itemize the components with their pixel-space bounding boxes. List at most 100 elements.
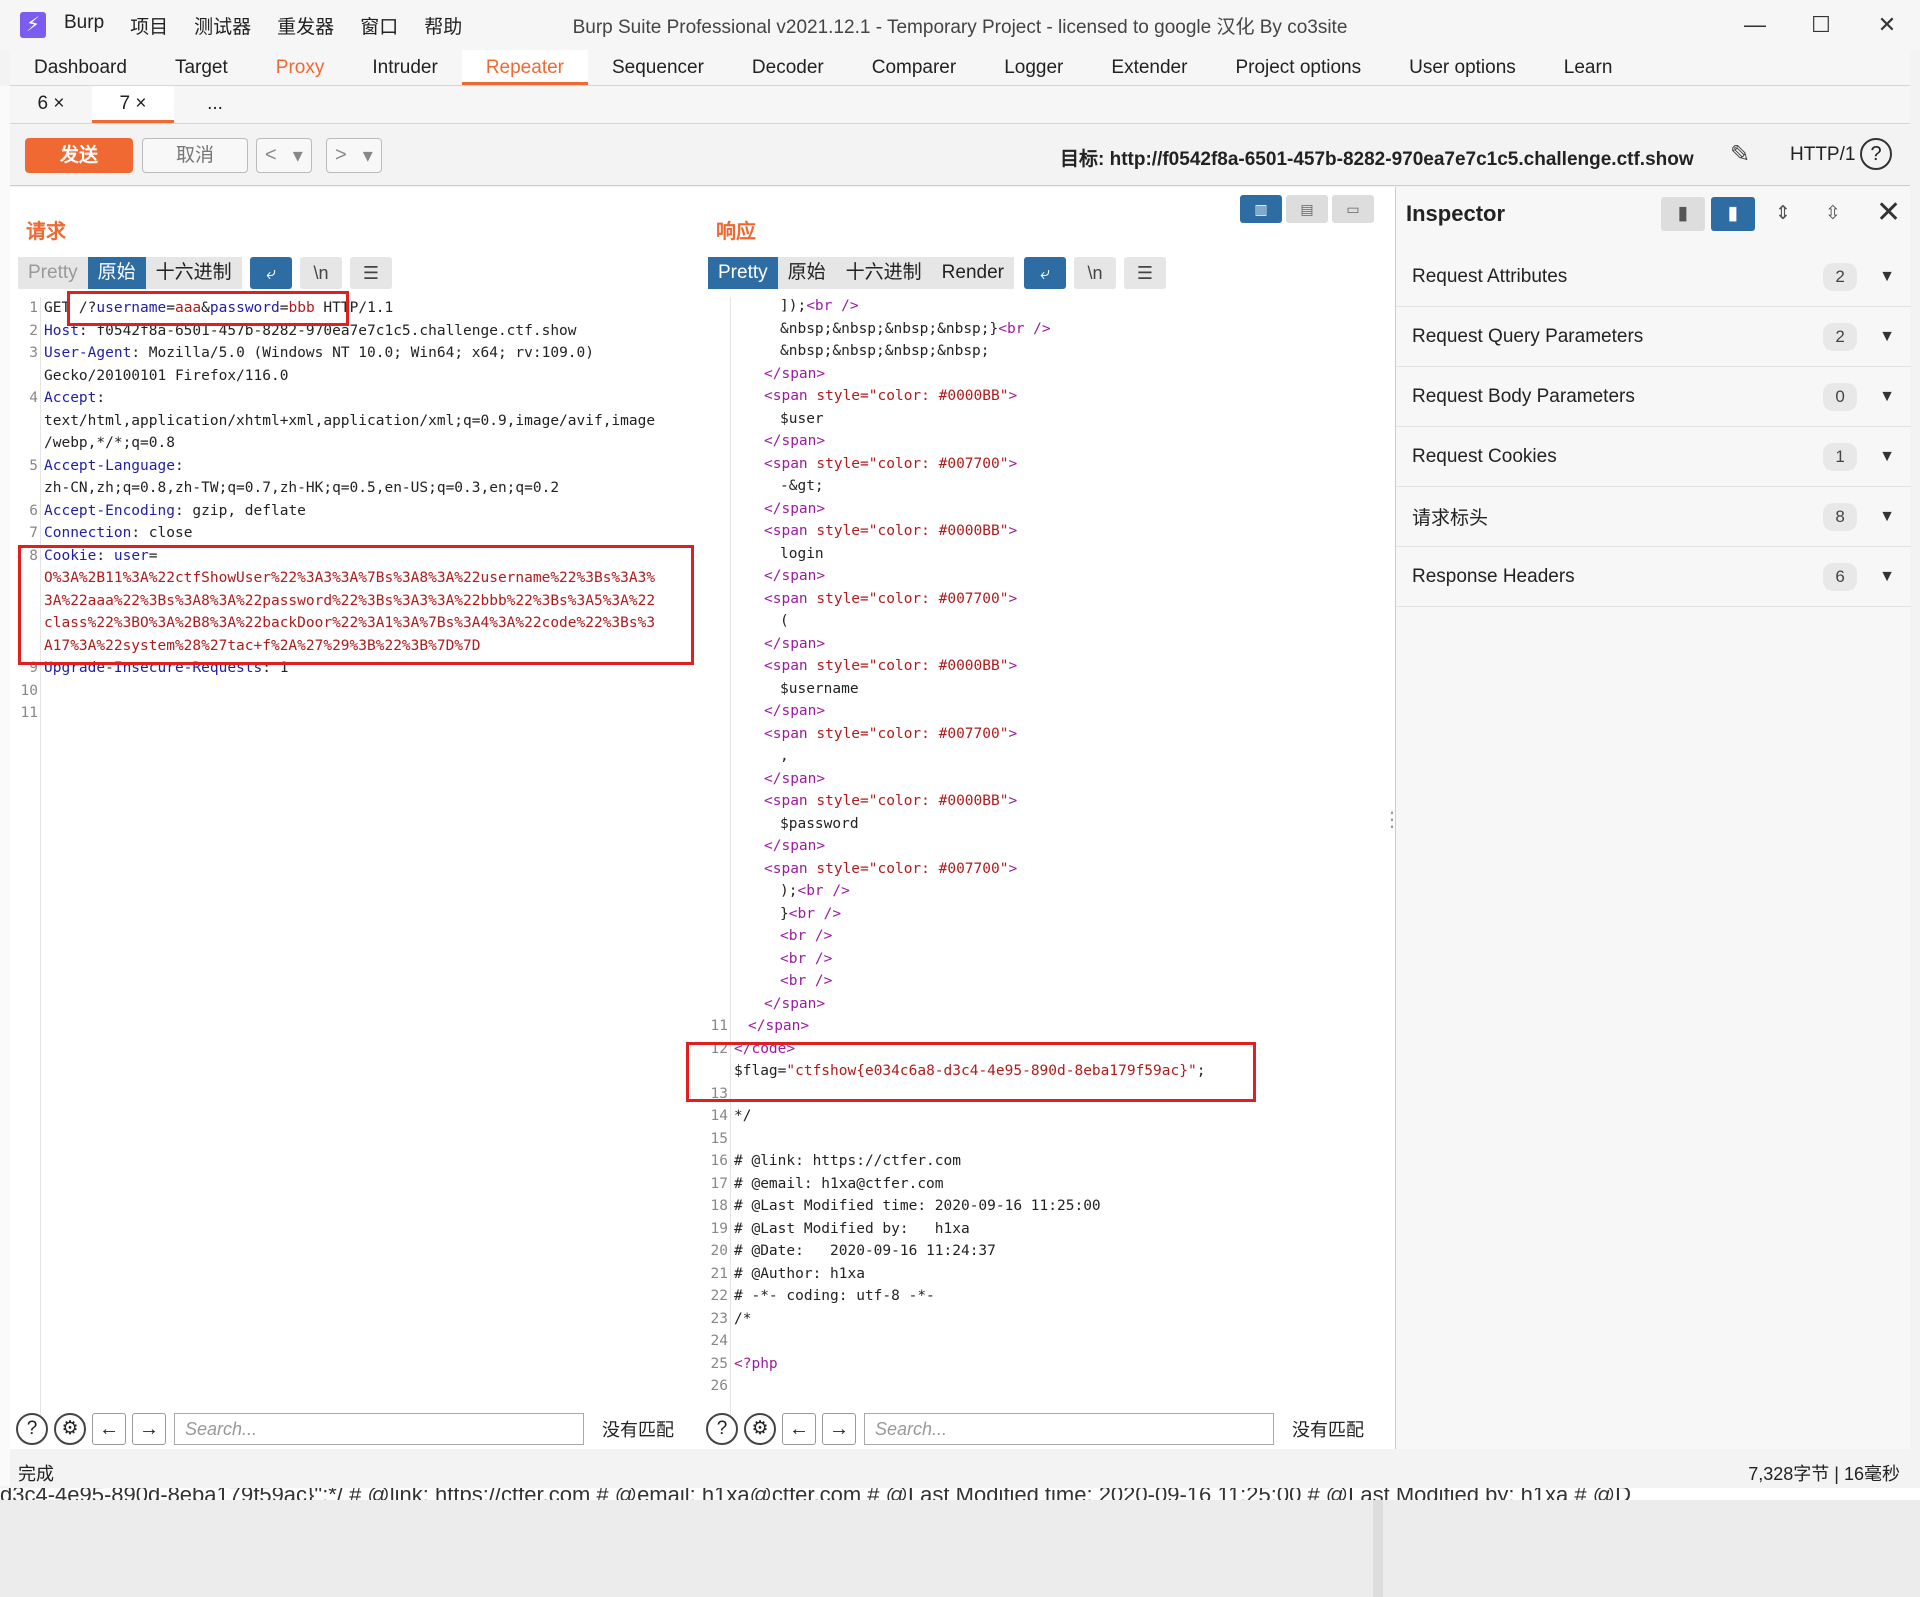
tab-repeater[interactable]: Repeater bbox=[461, 50, 588, 85]
close-icon[interactable]: ✕ bbox=[1854, 0, 1920, 50]
title-bar: ⚡ Burp 项目 测试器 重发器 窗口 帮助 Burp Suite Profe… bbox=[0, 0, 1920, 50]
flag-highlight-box bbox=[686, 1042, 1256, 1102]
subtab-more[interactable]: ... bbox=[174, 86, 256, 123]
burp-logo-icon: ⚡ bbox=[20, 12, 46, 38]
menu-project[interactable]: 项目 bbox=[130, 12, 168, 39]
inspector-row-count: 8 bbox=[1823, 502, 1858, 531]
response-pane: ▥ ▤ ▭ 响应 Pretty 原始 十六进制 Render ⤶ \n ☰ ])… bbox=[686, 187, 1402, 1597]
inspector-row-count: 1 bbox=[1823, 442, 1858, 471]
request-view-pretty[interactable]: Pretty bbox=[18, 257, 88, 289]
layout-tabs-icon[interactable]: ▭ bbox=[1332, 195, 1374, 223]
search-settings-gear-icon[interactable]: ⚙ bbox=[744, 1413, 776, 1445]
tab-extender[interactable]: Extender bbox=[1087, 50, 1211, 85]
line-gutter bbox=[40, 297, 41, 1417]
line-gutter bbox=[730, 297, 731, 1417]
request-view-hex[interactable]: 十六进制 bbox=[145, 257, 242, 289]
menu-burp[interactable]: Burp bbox=[64, 12, 104, 39]
chevron-left-icon: < bbox=[265, 144, 277, 166]
response-view-render[interactable]: Render bbox=[931, 257, 1014, 289]
tab-project-options[interactable]: Project options bbox=[1211, 50, 1385, 85]
search-help-icon[interactable]: ? bbox=[706, 1413, 738, 1445]
menu-icon[interactable]: ☰ bbox=[350, 257, 392, 289]
response-search-bar: ? ⚙ ← → Search... 没有匹配 bbox=[700, 1409, 1395, 1449]
http-version[interactable]: HTTP/1 bbox=[1790, 144, 1855, 166]
search-prev-arrow-icon[interactable]: ← bbox=[782, 1413, 816, 1445]
maximize-icon[interactable]: ☐ bbox=[1788, 0, 1854, 50]
tab-sequencer[interactable]: Sequencer bbox=[588, 50, 728, 85]
menu-icon[interactable]: ☰ bbox=[1124, 257, 1166, 289]
inspector-row-request-headers[interactable]: 请求标头 8 ▼ bbox=[1396, 487, 1911, 547]
tab-intruder[interactable]: Intruder bbox=[348, 50, 461, 85]
inspector-layout-left-icon[interactable]: ▮ bbox=[1661, 197, 1705, 231]
repeater-toolbar: 发送 取消 < ▾ > ▾ 目标: http://f0542f8a-6501-457… bbox=[10, 124, 1910, 186]
query-highlight-box bbox=[67, 291, 349, 326]
chevron-down-icon: ▼ bbox=[1879, 507, 1895, 525]
inspector-row-count: 6 bbox=[1823, 562, 1858, 591]
inspector-pane: Inspector ▮ ▮ ⇕ ⇳ ✕ Request Attributes 2… bbox=[1395, 187, 1911, 1449]
subtab-6[interactable]: 6 × bbox=[10, 86, 92, 123]
edit-target-icon[interactable]: ✎ bbox=[1730, 140, 1750, 169]
newline-button[interactable]: \n bbox=[1074, 257, 1116, 289]
collapse-all-icon[interactable]: ⇳ bbox=[1811, 197, 1855, 231]
help-icon[interactable]: ? bbox=[1860, 138, 1892, 170]
request-match-status: 没有匹配 bbox=[602, 1420, 674, 1440]
search-help-icon[interactable]: ? bbox=[16, 1413, 48, 1445]
inspector-row-query-params[interactable]: Request Query Parameters 2 ▼ bbox=[1396, 307, 1911, 367]
layout-split-vertical-icon[interactable]: ▤ bbox=[1286, 195, 1328, 223]
dropdown-arrow-icon: ▾ bbox=[362, 145, 373, 167]
back-button[interactable]: < ▾ bbox=[256, 138, 312, 173]
request-view-raw[interactable]: 原始 bbox=[87, 257, 146, 289]
status-text: 完成 bbox=[18, 1464, 54, 1484]
inspector-row-label: Request Query Parameters bbox=[1412, 325, 1644, 347]
burp-window: ⚡ Burp 项目 测试器 重发器 窗口 帮助 Burp Suite Profe… bbox=[0, 0, 1920, 1597]
tab-comparer[interactable]: Comparer bbox=[848, 50, 980, 85]
inspector-row-label: Request Attributes bbox=[1412, 265, 1568, 287]
request-search-input[interactable]: Search... bbox=[174, 1413, 584, 1445]
request-search-bar: ? ⚙ ← → Search... 没有匹配 bbox=[10, 1409, 700, 1449]
layout-split-horizontal-icon[interactable]: ▥ bbox=[1240, 195, 1282, 223]
minimize-icon[interactable]: — bbox=[1722, 0, 1788, 50]
inspector-row-count: 2 bbox=[1823, 322, 1858, 351]
menu-repeater[interactable]: 重发器 bbox=[277, 12, 334, 39]
inspector-row-cookies[interactable]: Request Cookies 1 ▼ bbox=[1396, 427, 1911, 487]
inspector-row-body-params[interactable]: Request Body Parameters 0 ▼ bbox=[1396, 367, 1911, 427]
response-view-raw[interactable]: 原始 bbox=[777, 257, 836, 289]
search-next-arrow-icon[interactable]: → bbox=[822, 1413, 856, 1445]
search-settings-gear-icon[interactable]: ⚙ bbox=[54, 1413, 86, 1445]
menu-tester[interactable]: 测试器 bbox=[194, 12, 251, 39]
request-title: 请求 bbox=[26, 221, 66, 243]
response-search-input[interactable]: Search... bbox=[864, 1413, 1274, 1445]
forward-button[interactable]: > ▾ bbox=[326, 138, 382, 173]
wrap-lines-icon[interactable]: ⤶ bbox=[250, 257, 292, 289]
inspector-row-request-attributes[interactable]: Request Attributes 2 ▼ bbox=[1396, 247, 1911, 307]
menu-window[interactable]: 窗口 bbox=[360, 12, 398, 39]
inspector-row-label: Request Cookies bbox=[1412, 445, 1557, 467]
wrap-lines-icon[interactable]: ⤶ bbox=[1024, 257, 1066, 289]
response-size-time: 7,328字节 | 16毫秒 bbox=[1748, 1464, 1900, 1484]
menu-help[interactable]: 帮助 bbox=[424, 12, 462, 39]
subtab-7[interactable]: 7 × bbox=[92, 86, 174, 123]
tab-logger[interactable]: Logger bbox=[980, 50, 1087, 85]
tab-user-options[interactable]: User options bbox=[1385, 50, 1540, 85]
dropdown-arrow-icon: ▾ bbox=[292, 145, 303, 167]
tab-dashboard[interactable]: Dashboard bbox=[10, 50, 151, 85]
left-edge bbox=[0, 86, 10, 1486]
tab-decoder[interactable]: Decoder bbox=[728, 50, 848, 85]
inspector-row-response-headers[interactable]: Response Headers 6 ▼ bbox=[1396, 547, 1911, 607]
target-url: 目标: http://f0542f8a-6501-457b-8282-970ea… bbox=[1060, 149, 1694, 170]
newline-button[interactable]: \n bbox=[300, 257, 342, 289]
response-view-pretty[interactable]: Pretty bbox=[708, 257, 778, 289]
send-button[interactable]: 发送 bbox=[25, 138, 133, 173]
inspector-layout-right-icon[interactable]: ▮ bbox=[1711, 197, 1755, 231]
expand-all-icon[interactable]: ⇕ bbox=[1761, 197, 1805, 231]
cancel-button[interactable]: 取消 bbox=[142, 138, 248, 173]
layout-toggle: ▥ ▤ ▭ bbox=[1240, 195, 1378, 223]
tab-proxy[interactable]: Proxy bbox=[252, 50, 349, 85]
response-view-hex[interactable]: 十六进制 bbox=[835, 257, 932, 289]
inspector-close-icon[interactable]: ✕ bbox=[1876, 195, 1901, 230]
tab-target[interactable]: Target bbox=[151, 50, 252, 85]
search-next-arrow-icon[interactable]: → bbox=[132, 1413, 166, 1445]
response-view-tabs: Pretty 原始 十六进制 Render bbox=[708, 257, 1014, 289]
tab-learn[interactable]: Learn bbox=[1540, 50, 1637, 85]
search-prev-arrow-icon[interactable]: ← bbox=[92, 1413, 126, 1445]
